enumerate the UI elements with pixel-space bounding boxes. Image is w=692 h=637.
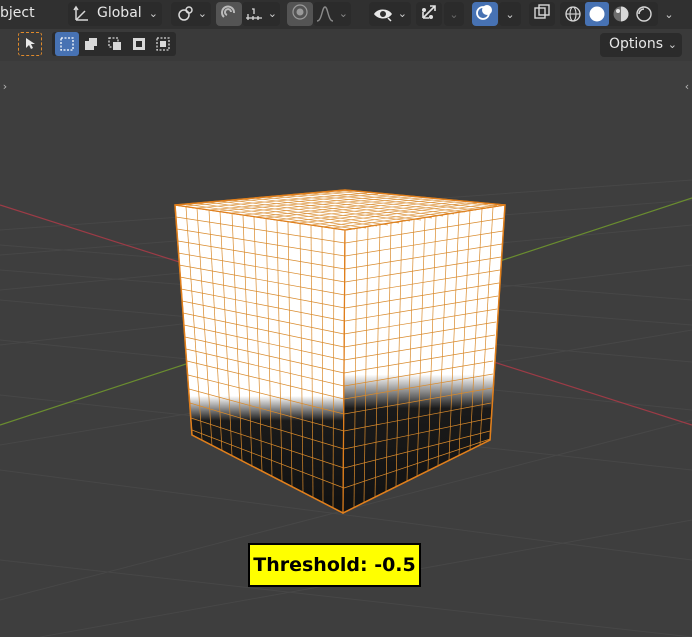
left-toolbar-toggle-icon[interactable]: › xyxy=(1,80,9,94)
options-dropdown[interactable]: Options ⌄ xyxy=(600,33,682,57)
select-extend-icon[interactable] xyxy=(79,32,103,56)
gizmo-dropdown[interactable]: ⌄ xyxy=(444,2,464,26)
3d-viewport[interactable]: bject Global ⌄ ⌄ ⌄ ⌄ ⌄ ⌄ ⌄ ⌄ Options ⌄ ›… xyxy=(0,0,692,637)
overlay-icon xyxy=(475,2,495,26)
solid-shading-icon[interactable] xyxy=(585,2,609,26)
mode-label[interactable]: bject xyxy=(0,5,35,21)
chevron-down-icon: ⌄ xyxy=(449,7,459,21)
falloff-dropdown[interactable]: ⌄ xyxy=(313,2,351,26)
chevron-down-icon: ⌄ xyxy=(148,7,158,20)
select-subtract-icon[interactable] xyxy=(103,32,127,56)
chevron-down-icon: ⌄ xyxy=(197,7,207,20)
overlay-toggle-button[interactable] xyxy=(472,2,498,26)
chevron-down-icon: ⌄ xyxy=(505,7,515,21)
right-sidebar-toggle-icon[interactable]: ‹ xyxy=(683,80,691,94)
pivot-point-icon xyxy=(175,4,195,28)
snap-icon xyxy=(220,3,238,25)
transform-orientation-dropdown[interactable]: Global ⌄ xyxy=(68,2,162,26)
cursor-arrow-icon xyxy=(23,35,37,54)
wireframe-shading-icon[interactable] xyxy=(562,3,584,25)
chevron-down-icon: ⌄ xyxy=(664,7,674,21)
transform-orientation-label: Global xyxy=(97,5,142,21)
transform-orientation-icon xyxy=(72,4,92,24)
threshold-overlay: Threshold: -0.5 xyxy=(248,543,421,587)
falloff-curve-icon xyxy=(315,5,335,27)
select-new-icon[interactable] xyxy=(55,32,79,56)
threshold-text: Threshold: -0.5 xyxy=(253,554,416,576)
select-invert-icon[interactable] xyxy=(127,32,151,56)
cube-mesh[interactable] xyxy=(174,189,506,514)
tool-settings-row: Options ⌄ xyxy=(0,29,692,61)
shading-dropdown[interactable]: ⌄ xyxy=(660,2,678,26)
proportional-editing-button[interactable] xyxy=(287,2,313,26)
select-tool-button[interactable] xyxy=(18,32,42,56)
selection-mode-group xyxy=(52,32,176,56)
visibility-dropdown[interactable]: ⌄ xyxy=(369,2,411,26)
chevron-down-icon: ⌄ xyxy=(338,7,348,20)
xray-icon xyxy=(533,3,551,25)
pivot-point-dropdown[interactable]: ⌄ xyxy=(171,2,211,26)
options-label: Options xyxy=(609,36,664,52)
snap-increment-dropdown[interactable]: ⌄ xyxy=(242,2,280,26)
viewport-header: bject Global ⌄ ⌄ ⌄ ⌄ ⌄ ⌄ ⌄ ⌄ xyxy=(0,0,692,30)
chevron-down-icon: ⌄ xyxy=(397,7,407,20)
overlay-dropdown[interactable]: ⌄ xyxy=(499,2,521,26)
rendered-shading-icon[interactable] xyxy=(633,3,655,25)
select-intersect-icon[interactable] xyxy=(151,32,175,56)
material-preview-icon[interactable] xyxy=(610,3,632,25)
snap-toggle-button[interactable] xyxy=(216,2,242,26)
snap-increment-icon xyxy=(244,6,264,26)
eye-icon xyxy=(372,6,394,26)
gizmo-icon xyxy=(419,2,439,26)
gizmo-toggle-button[interactable] xyxy=(416,2,442,26)
xray-toggle-button[interactable] xyxy=(529,2,555,26)
chevron-down-icon: ⌄ xyxy=(667,38,677,51)
viewport-scene[interactable] xyxy=(0,0,692,637)
shading-mode-group xyxy=(560,2,658,26)
chevron-down-icon: ⌄ xyxy=(267,7,277,20)
proportional-editing-icon xyxy=(291,3,309,25)
